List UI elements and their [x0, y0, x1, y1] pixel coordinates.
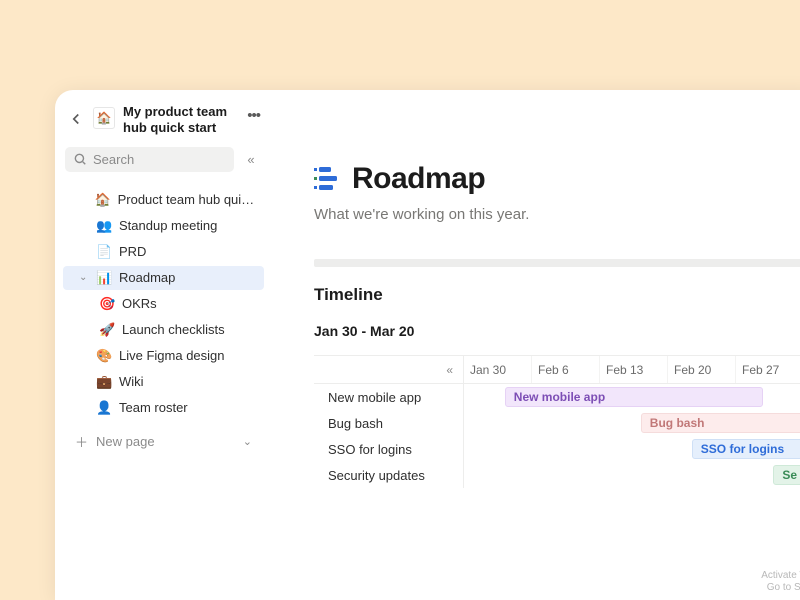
- main-content: Roadmap What we're working on this year.…: [272, 90, 800, 600]
- search-icon: [73, 152, 87, 166]
- sidebar-item-label: Roadmap: [119, 270, 175, 285]
- watermark-line1: Activate W: [761, 570, 800, 582]
- sidebar-item-standup-meeting[interactable]: 👥 Standup meeting: [63, 214, 264, 238]
- sidebar-item-product-team-hub-quick-st[interactable]: 🏠 Product team hub quick st...: [63, 188, 264, 212]
- sidebar-item-team-roster[interactable]: 👤 Team roster: [63, 396, 264, 420]
- sidebar-item-label: Standup meeting: [119, 218, 217, 233]
- workspace-icon[interactable]: 🏠: [93, 107, 115, 129]
- app-window: 🏠 My product team hub quick start ••• Se…: [55, 90, 800, 600]
- collapse-sidebar-button[interactable]: «: [240, 148, 262, 170]
- gantt-task-list: « New mobile appBug bashSSO for loginsSe…: [314, 356, 464, 488]
- page-emoji-icon: 🎨: [96, 348, 112, 364]
- new-page-button[interactable]: ＋ New page ⌄: [63, 428, 264, 455]
- page-emoji-icon: 🎯: [99, 296, 115, 312]
- page-tree: 🏠 Product team hub quick st... 👥 Standup m…: [63, 188, 264, 422]
- gantt-row: Se: [464, 462, 800, 488]
- search-input[interactable]: Search: [65, 147, 234, 172]
- new-page-label: New page: [96, 434, 155, 449]
- gantt-task-name[interactable]: New mobile app: [314, 384, 463, 410]
- sidebar-item-prd[interactable]: 📄 PRD: [63, 240, 264, 264]
- page-subtitle: What we're working on this year.: [314, 206, 800, 223]
- roadmap-page-icon: [314, 166, 340, 192]
- gantt-column-header: Feb 13: [600, 356, 668, 383]
- watermark: Activate W Go to Set: [761, 570, 800, 594]
- sidebar-item-wiki[interactable]: 💼 Wiki: [63, 370, 264, 394]
- sidebar-item-roadmap[interactable]: ⌄ 📊 Roadmap: [63, 266, 264, 290]
- sidebar-item-label: Team roster: [119, 400, 188, 415]
- plus-icon: ＋: [75, 432, 88, 451]
- watermark-line2: Go to Set: [761, 582, 800, 594]
- timeline-title: Timeline: [314, 285, 800, 305]
- sidebar-header: 🏠 My product team hub quick start •••: [63, 104, 264, 147]
- page-emoji-icon: 📄: [96, 244, 112, 260]
- gantt-column-header: Feb 6: [532, 356, 600, 383]
- gantt-task-name[interactable]: Bug bash: [314, 410, 463, 436]
- sidebar-item-label: Launch checklists: [122, 322, 225, 337]
- search-row: Search «: [63, 147, 264, 182]
- chevron-down-icon: ⌄: [243, 435, 252, 448]
- gantt-collapse-button[interactable]: «: [314, 356, 463, 384]
- gantt-bar[interactable]: New mobile app: [505, 387, 763, 407]
- page-emoji-icon: 💼: [96, 374, 112, 390]
- search-placeholder: Search: [93, 152, 134, 167]
- gantt-row: Bug bash: [464, 410, 800, 436]
- timeline-range: Jan 30 - Mar 20: [314, 323, 800, 339]
- timeline-block: Timeline Jan 30 - Mar 20 « New mobile ap…: [314, 259, 800, 488]
- workspace-title[interactable]: My product team hub quick start: [123, 104, 239, 137]
- page-emoji-icon: 🚀: [99, 322, 115, 338]
- gantt-row: SSO for logins: [464, 436, 800, 462]
- gantt-task-name[interactable]: Security updates: [314, 462, 463, 488]
- sidebar-item-label: Product team hub quick st...: [118, 192, 256, 207]
- gantt-row: New mobile app: [464, 384, 800, 410]
- chevron-down-icon[interactable]: ⌄: [79, 272, 89, 283]
- sidebar-item-label: Wiki: [119, 374, 144, 389]
- page-emoji-icon: 👥: [96, 218, 112, 234]
- gantt-column-header: Jan 30: [464, 356, 532, 383]
- sidebar-item-label: PRD: [119, 244, 146, 259]
- back-arrow-icon[interactable]: [67, 110, 85, 128]
- gantt-chart: « New mobile appBug bashSSO for loginsSe…: [314, 355, 800, 488]
- sidebar-item-label: Live Figma design: [119, 348, 225, 363]
- sidebar-item-okrs[interactable]: 🎯 OKRs: [63, 292, 264, 316]
- page-emoji-icon: 🏠: [95, 192, 111, 208]
- sidebar-item-label: OKRs: [122, 296, 157, 311]
- sidebar-item-launch-checklists[interactable]: 🚀 Launch checklists: [63, 318, 264, 342]
- page-emoji-icon: 👤: [96, 400, 112, 416]
- gantt-timeline[interactable]: Jan 30Feb 6Feb 13Feb 20Feb 27 New mobile…: [464, 356, 800, 488]
- page-title-row: Roadmap: [314, 162, 800, 196]
- gantt-column-header: Feb 20: [668, 356, 736, 383]
- gantt-task-name[interactable]: SSO for logins: [314, 436, 463, 462]
- page-emoji-icon: 📊: [96, 270, 112, 286]
- page-title: Roadmap: [352, 162, 485, 196]
- sidebar: 🏠 My product team hub quick start ••• Se…: [55, 90, 272, 600]
- gantt-bar[interactable]: Se: [773, 465, 800, 485]
- gantt-column-header: Feb 27: [736, 356, 800, 383]
- more-menu-icon[interactable]: •••: [247, 107, 260, 124]
- tab-strip[interactable]: [314, 259, 800, 267]
- sidebar-item-live-figma-design[interactable]: 🎨 Live Figma design: [63, 344, 264, 368]
- gantt-bar[interactable]: Bug bash: [641, 413, 800, 433]
- gantt-bar[interactable]: SSO for logins: [692, 439, 800, 459]
